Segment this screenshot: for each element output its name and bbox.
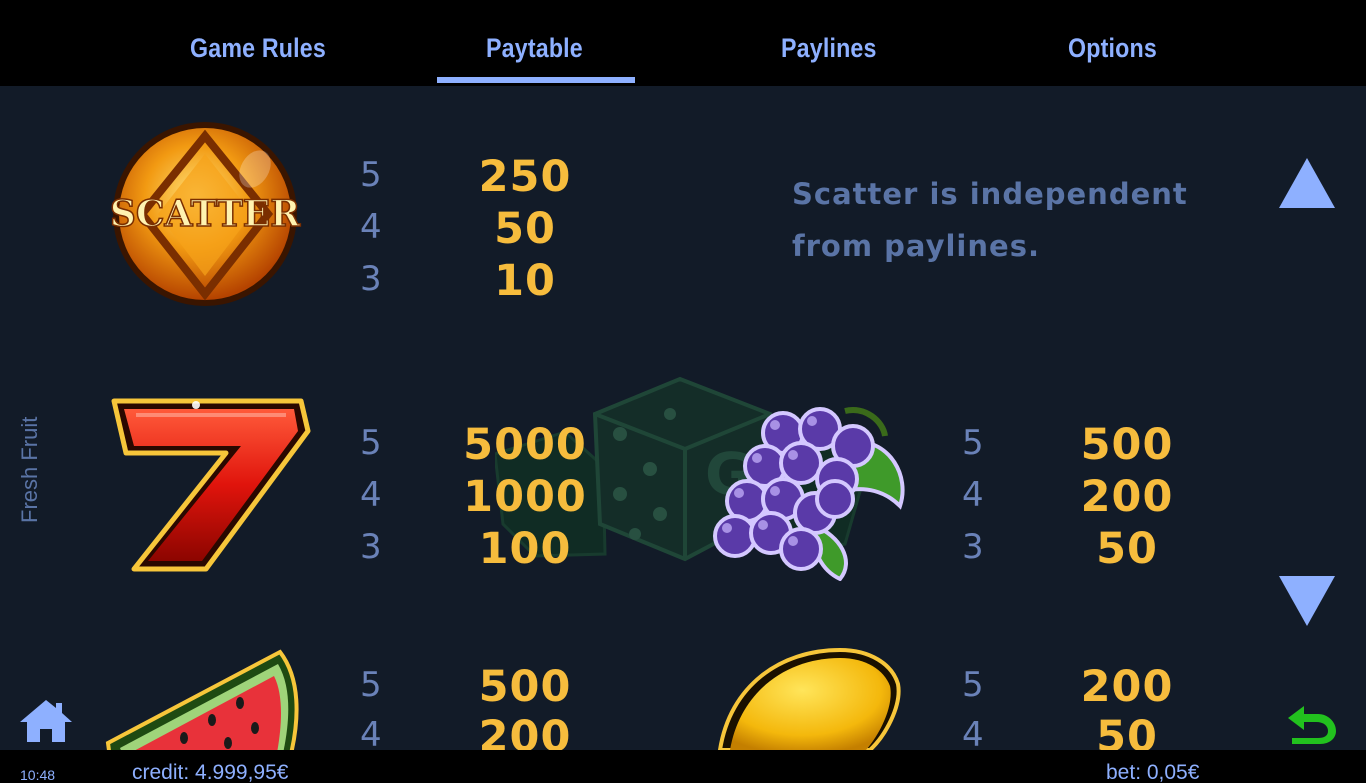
watermelon-payout-4: 200 <box>478 712 572 751</box>
seven-count-4: 4 <box>360 475 382 515</box>
grapes-count-3: 3 <box>962 527 984 567</box>
tab-options[interactable]: Options <box>1068 33 1157 64</box>
tab-paylines[interactable]: Paylines <box>781 33 877 64</box>
scatter-note: Scatter is independent from paylines. <box>792 177 1188 263</box>
scroll-up-arrow-icon[interactable] <box>1279 158 1335 208</box>
active-tab-indicator <box>437 77 635 83</box>
lemon-payout-5: 200 <box>1080 662 1174 712</box>
grapes-count-5: 5 <box>962 423 984 463</box>
watermelon-count-5: 5 <box>360 665 382 705</box>
grapes-payout-5: 500 <box>1080 420 1174 470</box>
lemon-icon <box>717 647 901 750</box>
status-bar: 10:48 credit: 4.999,95€ bet: 0,05€ <box>0 750 1366 783</box>
top-nav: Game Rules Paytable Paylines Options <box>0 0 1366 86</box>
lemon-count-4: 4 <box>962 715 984 750</box>
paytable-panel: Fresh Fruit GJ SCATTER 5 4 3 250 50 10 S… <box>0 86 1366 750</box>
watermelon-icon <box>105 649 299 750</box>
scatter-payout-4: 50 <box>494 204 556 254</box>
seven-payout-3: 100 <box>478 524 572 574</box>
seven-payout-4: 1000 <box>463 472 587 522</box>
watermelon-count-4: 4 <box>360 715 382 750</box>
home-icon[interactable] <box>18 698 74 744</box>
scatter-count-5: 5 <box>360 155 382 195</box>
scatter-logo-text: SCATTER <box>110 193 301 235</box>
scatter-count-3: 3 <box>360 259 382 299</box>
grapes-payout-3: 50 <box>1096 524 1158 574</box>
scroll-down-arrow-icon[interactable] <box>1279 576 1335 626</box>
seven-payout-5: 5000 <box>463 420 587 470</box>
seven-icon <box>111 398 311 572</box>
scatter-icon: SCATTER <box>109 122 302 306</box>
seven-count-5: 5 <box>360 423 382 463</box>
bet-display: bet: 0,05€ <box>1106 761 1200 783</box>
lemon-count-5: 5 <box>962 665 984 705</box>
grapes-count-4: 4 <box>962 475 984 515</box>
seven-count-3: 3 <box>360 527 382 567</box>
back-arrow-icon[interactable] <box>1286 698 1338 746</box>
grapes-payout-4: 200 <box>1080 472 1174 522</box>
game-title: Fresh Fruit <box>17 416 42 523</box>
scatter-payout-3: 10 <box>494 256 556 306</box>
credit-display: credit: 4.999,95€ <box>132 761 289 783</box>
tab-paytable[interactable]: Paytable <box>486 33 583 64</box>
tab-game-rules[interactable]: Game Rules <box>190 33 326 64</box>
watermelon-payout-5: 500 <box>478 662 572 712</box>
scatter-payout-5: 250 <box>478 152 572 202</box>
scatter-count-4: 4 <box>360 207 382 247</box>
grapes-icon <box>713 407 905 581</box>
lemon-payout-4: 50 <box>1096 712 1158 751</box>
clock: 10:48 <box>20 767 56 783</box>
